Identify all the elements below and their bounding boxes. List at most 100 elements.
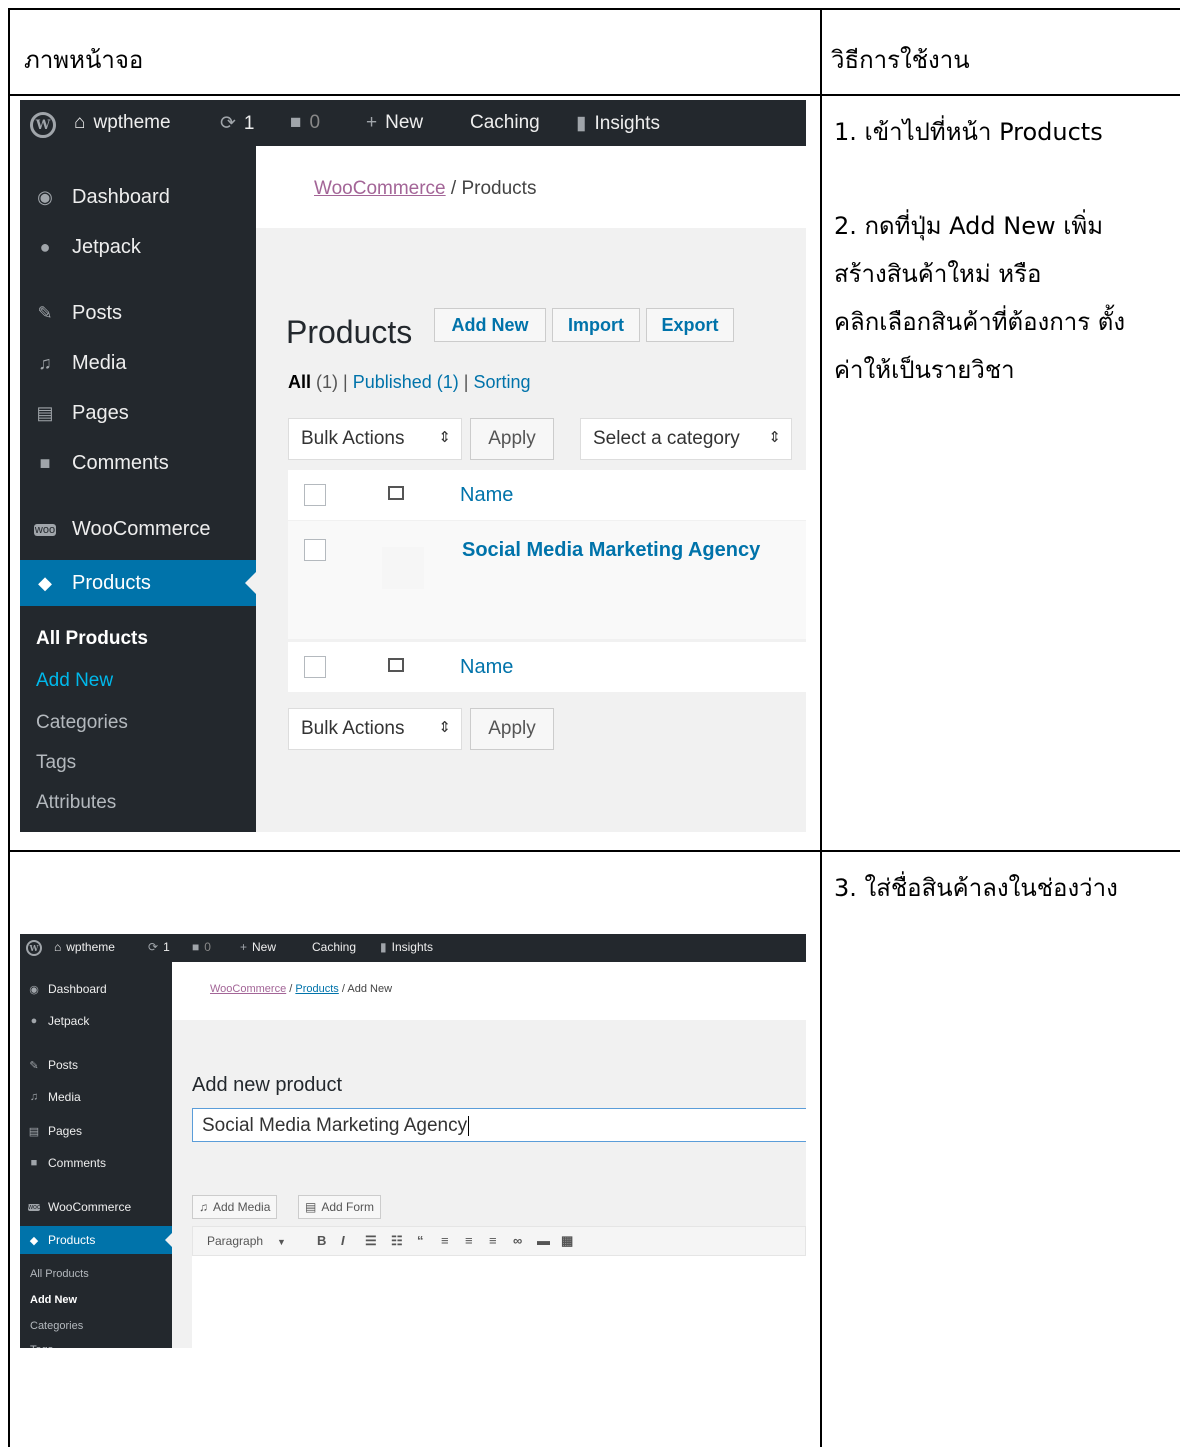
wordpress-logo-icon[interactable]: W	[26, 940, 42, 956]
sidebar-item-jetpack[interactable]: ● Jetpack	[20, 1014, 172, 1028]
comments-link[interactable]: ■ 0	[290, 112, 320, 134]
export-button[interactable]: Export	[646, 308, 734, 342]
import-button[interactable]: Import	[552, 308, 640, 342]
format-select[interactable]: Paragraph ▼	[207, 1234, 286, 1248]
align-left-icon[interactable]: ≡	[441, 1233, 449, 1248]
breadcrumb-woocommerce-link[interactable]: WooCommerce	[314, 178, 446, 199]
step-2-line: ค่าให้เป็นรายวิชา	[834, 356, 1015, 384]
insights-link[interactable]: ▮ Insights	[380, 940, 433, 954]
admin-sidebar: ◉ Dashboard ● Jetpack ✎ Posts ♫ Media ▤ Pages…	[20, 962, 172, 1348]
sidebar-item-media[interactable]: ♫ Media	[20, 1090, 172, 1104]
caching-link[interactable]: Caching	[470, 112, 540, 134]
products-list-screenshot: W ⌂ wptheme ⟳ 1 ■ 0 + New Caching ▮ Insi…	[20, 100, 806, 832]
blockquote-icon[interactable]: “	[417, 1233, 424, 1248]
link-icon[interactable]: ∞	[513, 1233, 522, 1248]
sidebar-item-posts[interactable]: ✎ Posts	[20, 1058, 172, 1072]
italic-icon[interactable]: I	[341, 1233, 345, 1248]
product-title-input[interactable]: Social Media Marketing Agency	[192, 1108, 806, 1142]
bullet-list-icon[interactable]: ☰	[365, 1233, 377, 1249]
comments-link[interactable]: ■ 0	[192, 940, 211, 954]
breadcrumb-products-link[interactable]: Products	[295, 983, 338, 995]
sidebar-item-comments[interactable]: ■ Comments	[20, 1156, 172, 1170]
sidebar-item-dashboard[interactable]: ◉ Dashboard	[20, 982, 172, 996]
speech-bubble-icon: ■	[290, 112, 302, 133]
sidebar-item-posts[interactable]: ✎ Posts	[20, 302, 256, 325]
filter-published[interactable]: Published (1)	[353, 372, 459, 392]
product-name-link[interactable]: Social Media Marketing Agency	[462, 539, 760, 562]
submenu-all-products[interactable]: All Products	[36, 628, 148, 650]
align-center-icon[interactable]: ≡	[465, 1233, 473, 1248]
add-new-button[interactable]: Add New	[434, 308, 546, 342]
add-form-button[interactable]: ▤ Add Form	[298, 1195, 382, 1219]
sidebar-item-jetpack[interactable]: ● Jetpack	[20, 236, 256, 259]
select-all-checkbox[interactable]	[304, 484, 326, 506]
sidebar-label: Dashboard	[48, 982, 107, 996]
bulk-actions-select[interactable]: Bulk Actions ⇕	[288, 418, 462, 460]
submenu-tags[interactable]: Tags	[36, 752, 76, 774]
submenu-categories[interactable]: Categories	[30, 1320, 83, 1332]
submenu-add-new[interactable]: Add New	[36, 670, 113, 692]
sidebar-item-media[interactable]: ♫ Media	[20, 352, 256, 375]
admin-sidebar: ◉ Dashboard ● Jetpack ✎ Posts ♫ Media ▤ Pages…	[20, 146, 256, 832]
wordpress-logo-icon[interactable]: W	[30, 112, 56, 138]
submenu-attributes[interactable]: Attributes	[36, 792, 116, 814]
apply-button[interactable]: Apply	[470, 418, 554, 460]
sidebar-label: Comments	[48, 1156, 107, 1170]
updown-arrow-icon: ⇕	[768, 429, 781, 446]
bulk-actions-select-bottom[interactable]: Bulk Actions ⇕	[288, 708, 462, 750]
add-media-button[interactable]: ♫ Add Media	[192, 1195, 278, 1219]
site-name-link[interactable]: ⌂ wptheme	[74, 112, 171, 134]
sidebar-item-woocommerce[interactable]: woo WooCommerce	[20, 518, 256, 541]
toolbar-toggle-icon[interactable]: ▦	[561, 1233, 573, 1249]
sidebar-item-dashboard[interactable]: ◉ Dashboard	[20, 186, 256, 209]
bulk-actions-value: Bulk Actions	[301, 718, 405, 739]
select-all-checkbox-footer[interactable]	[304, 656, 326, 678]
updates-link[interactable]: ⟳ 1	[220, 112, 255, 135]
filter-sorting[interactable]: Sorting	[473, 372, 530, 392]
submenu-all-products[interactable]: All Products	[30, 1268, 89, 1280]
header-screenshot: ภาพหน้าจอ	[24, 46, 144, 74]
sidebar-item-comments[interactable]: ■ Comments	[20, 452, 256, 475]
filter-all[interactable]: All	[288, 372, 311, 392]
breadcrumb-woocommerce-link[interactable]: WooCommerce	[210, 983, 286, 995]
sidebar-item-woocommerce[interactable]: woo WooCommerce	[20, 1200, 172, 1214]
category-select[interactable]: Select a category ⇕	[580, 418, 792, 460]
row-checkbox[interactable]	[304, 539, 326, 561]
column-name-header[interactable]: Name	[460, 484, 513, 507]
updates-link[interactable]: ⟳ 1	[148, 940, 170, 954]
caching-link[interactable]: Caching	[312, 940, 356, 954]
breadcrumb-current: / Products	[445, 178, 537, 199]
table-row: Social Media Marketing Agency	[288, 521, 806, 639]
updown-arrow-icon: ⇕	[438, 429, 451, 446]
site-name-link[interactable]: ⌂ wptheme	[54, 940, 115, 954]
updates-count: 1	[243, 112, 255, 134]
sidebar-item-products[interactable]: ◆ Products	[20, 1226, 172, 1254]
submenu-tags[interactable]: Tags	[30, 1344, 53, 1348]
sidebar-item-products[interactable]: ◆ Products	[20, 560, 256, 606]
sidebar-item-pages[interactable]: ▤ Pages	[20, 1124, 172, 1138]
align-right-icon[interactable]: ≡	[489, 1233, 497, 1248]
insights-link[interactable]: ▮ Insights	[576, 112, 660, 135]
insights-label: Insights	[594, 112, 660, 134]
numbered-list-icon[interactable]: ☷	[391, 1233, 403, 1249]
sidebar-label: Pages	[72, 402, 129, 424]
column-name-footer[interactable]: Name	[460, 656, 513, 679]
new-content-link[interactable]: + New	[366, 112, 423, 134]
apply-button-bottom[interactable]: Apply	[470, 708, 554, 750]
breadcrumb-separator: /	[286, 983, 296, 995]
instruction-cell-2: 3. ใส่ชื่อสินค้าลงในช่องว่าง	[820, 850, 1180, 1447]
content-editor[interactable]	[192, 1256, 806, 1348]
breadcrumb-current: / Add New	[338, 983, 393, 995]
bold-icon[interactable]: B	[317, 1233, 326, 1248]
new-content-link[interactable]: + New	[240, 940, 276, 954]
submenu-categories[interactable]: Categories	[36, 712, 128, 734]
sidebar-item-pages[interactable]: ▤ Pages	[20, 402, 256, 425]
product-thumbnail[interactable]	[382, 547, 424, 589]
dropdown-arrow-icon: ▼	[277, 1237, 286, 1247]
submenu-add-new[interactable]: Add New	[30, 1294, 77, 1306]
read-more-icon[interactable]: ▬	[537, 1233, 550, 1248]
pages-icon: ▤	[28, 1125, 40, 1138]
pages-icon: ▤	[36, 403, 54, 423]
image-column-icon	[388, 486, 404, 500]
comment-icon: ■	[39, 453, 51, 473]
